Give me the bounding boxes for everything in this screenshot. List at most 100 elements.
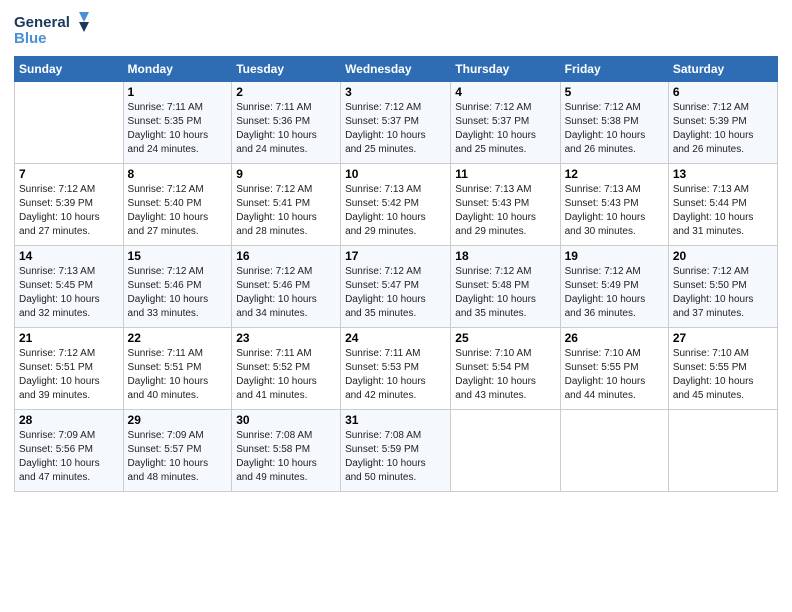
day-cell: 10Sunrise: 7:13 AM Sunset: 5:42 PM Dayli… (341, 164, 451, 246)
day-number: 24 (345, 331, 446, 345)
day-info: Sunrise: 7:10 AM Sunset: 5:54 PM Dayligh… (455, 347, 555, 403)
logo: GeneralBlue (14, 10, 94, 48)
col-header-wednesday: Wednesday (341, 57, 451, 82)
day-number: 16 (236, 249, 336, 263)
day-info: Sunrise: 7:12 AM Sunset: 5:41 PM Dayligh… (236, 183, 336, 239)
day-number: 14 (19, 249, 119, 263)
day-number: 26 (565, 331, 664, 345)
week-row-2: 7 Sunrise: 7:12 AM Sunset: 5:39 PM Daylig… (15, 164, 778, 246)
day-info: Sunrise: 7:12 AM Sunset: 5:40 PM Dayligh… (128, 183, 228, 239)
day-info: Sunrise: 7:12 AM Sunset: 5:46 PM Dayligh… (236, 265, 336, 321)
calendar-page: GeneralBlue SundayMondayTuesdayWednesday… (0, 0, 792, 612)
day-number: 1 (128, 85, 228, 99)
day-number: 9 (236, 167, 336, 181)
day-cell: 8 Sunrise: 7:12 AM Sunset: 5:40 PM Daylig… (123, 164, 232, 246)
day-number: 8 (128, 167, 228, 181)
col-header-saturday: Saturday (668, 57, 777, 82)
col-header-friday: Friday (560, 57, 668, 82)
header: GeneralBlue (14, 10, 778, 48)
week-row-1: 1 Sunrise: 7:11 AM Sunset: 5:35 PM Daylig… (15, 82, 778, 164)
day-cell: 16 Sunrise: 7:12 AM Sunset: 5:46 PM Dayli… (232, 246, 341, 328)
day-cell: 18Sunrise: 7:12 AM Sunset: 5:48 PM Dayli… (451, 246, 560, 328)
day-cell: 14 Sunrise: 7:13 AM Sunset: 5:45 PM Dayli… (15, 246, 124, 328)
week-row-4: 21Sunrise: 7:12 AM Sunset: 5:51 PM Dayli… (15, 328, 778, 410)
day-info: Sunrise: 7:10 AM Sunset: 5:55 PM Dayligh… (673, 347, 773, 403)
day-info: Sunrise: 7:11 AM Sunset: 5:52 PM Dayligh… (236, 347, 336, 403)
day-info: Sunrise: 7:11 AM Sunset: 5:36 PM Dayligh… (236, 101, 336, 157)
day-number: 29 (128, 413, 228, 427)
day-number: 10 (345, 167, 446, 181)
day-number: 25 (455, 331, 555, 345)
day-cell: 7 Sunrise: 7:12 AM Sunset: 5:39 PM Daylig… (15, 164, 124, 246)
calendar-header-row: SundayMondayTuesdayWednesdayThursdayFrid… (15, 57, 778, 82)
day-cell: 21Sunrise: 7:12 AM Sunset: 5:51 PM Dayli… (15, 328, 124, 410)
day-number: 23 (236, 331, 336, 345)
day-number: 17 (345, 249, 446, 263)
day-info: Sunrise: 7:09 AM Sunset: 5:57 PM Dayligh… (128, 429, 228, 485)
day-number: 5 (565, 85, 664, 99)
day-info: Sunrise: 7:12 AM Sunset: 5:49 PM Dayligh… (565, 265, 664, 321)
day-cell (451, 410, 560, 492)
day-cell: 24 Sunrise: 7:11 AM Sunset: 5:53 PM Dayli… (341, 328, 451, 410)
day-cell: 3Sunrise: 7:12 AM Sunset: 5:37 PM Daylig… (341, 82, 451, 164)
day-cell: 12 Sunrise: 7:13 AM Sunset: 5:43 PM Dayli… (560, 164, 668, 246)
day-info: Sunrise: 7:13 AM Sunset: 5:44 PM Dayligh… (673, 183, 773, 239)
day-number: 15 (128, 249, 228, 263)
col-header-thursday: Thursday (451, 57, 560, 82)
day-cell: 30 Sunrise: 7:08 AM Sunset: 5:58 PM Dayli… (232, 410, 341, 492)
day-number: 31 (345, 413, 446, 427)
day-cell: 20Sunrise: 7:12 AM Sunset: 5:50 PM Dayli… (668, 246, 777, 328)
day-cell: 23 Sunrise: 7:11 AM Sunset: 5:52 PM Dayli… (232, 328, 341, 410)
logo-icon: GeneralBlue (14, 10, 94, 48)
day-number: 12 (565, 167, 664, 181)
col-header-monday: Monday (123, 57, 232, 82)
day-cell: 28 Sunrise: 7:09 AM Sunset: 5:56 PM Dayli… (15, 410, 124, 492)
day-info: Sunrise: 7:11 AM Sunset: 5:35 PM Dayligh… (128, 101, 228, 157)
day-info: Sunrise: 7:12 AM Sunset: 5:39 PM Dayligh… (19, 183, 119, 239)
day-cell: 27 Sunrise: 7:10 AM Sunset: 5:55 PM Dayli… (668, 328, 777, 410)
day-cell: 9 Sunrise: 7:12 AM Sunset: 5:41 PM Daylig… (232, 164, 341, 246)
day-cell: 25 Sunrise: 7:10 AM Sunset: 5:54 PM Dayli… (451, 328, 560, 410)
day-info: Sunrise: 7:12 AM Sunset: 5:37 PM Dayligh… (345, 101, 446, 157)
day-cell (560, 410, 668, 492)
day-info: Sunrise: 7:11 AM Sunset: 5:53 PM Dayligh… (345, 347, 446, 403)
day-cell: 5 Sunrise: 7:12 AM Sunset: 5:38 PM Daylig… (560, 82, 668, 164)
day-info: Sunrise: 7:12 AM Sunset: 5:37 PM Dayligh… (455, 101, 555, 157)
day-cell: 2Sunrise: 7:11 AM Sunset: 5:36 PM Daylig… (232, 82, 341, 164)
day-number: 27 (673, 331, 773, 345)
day-number: 19 (565, 249, 664, 263)
day-cell: 26 Sunrise: 7:10 AM Sunset: 5:55 PM Dayli… (560, 328, 668, 410)
day-number: 4 (455, 85, 555, 99)
day-info: Sunrise: 7:13 AM Sunset: 5:43 PM Dayligh… (565, 183, 664, 239)
day-cell: 22 Sunrise: 7:11 AM Sunset: 5:51 PM Dayli… (123, 328, 232, 410)
day-cell: 13 Sunrise: 7:13 AM Sunset: 5:44 PM Dayli… (668, 164, 777, 246)
day-number: 22 (128, 331, 228, 345)
day-info: Sunrise: 7:10 AM Sunset: 5:55 PM Dayligh… (565, 347, 664, 403)
day-number: 21 (19, 331, 119, 345)
col-header-tuesday: Tuesday (232, 57, 341, 82)
day-cell: 31Sunrise: 7:08 AM Sunset: 5:59 PM Dayli… (341, 410, 451, 492)
day-number: 13 (673, 167, 773, 181)
day-cell (15, 82, 124, 164)
week-row-5: 28 Sunrise: 7:09 AM Sunset: 5:56 PM Dayli… (15, 410, 778, 492)
svg-text:Blue: Blue (14, 30, 47, 47)
day-number: 28 (19, 413, 119, 427)
day-info: Sunrise: 7:12 AM Sunset: 5:48 PM Dayligh… (455, 265, 555, 321)
day-info: Sunrise: 7:08 AM Sunset: 5:58 PM Dayligh… (236, 429, 336, 485)
day-info: Sunrise: 7:09 AM Sunset: 5:56 PM Dayligh… (19, 429, 119, 485)
day-number: 7 (19, 167, 119, 181)
day-cell: 6Sunrise: 7:12 AM Sunset: 5:39 PM Daylig… (668, 82, 777, 164)
day-info: Sunrise: 7:12 AM Sunset: 5:46 PM Dayligh… (128, 265, 228, 321)
day-info: Sunrise: 7:13 AM Sunset: 5:45 PM Dayligh… (19, 265, 119, 321)
day-cell: 19 Sunrise: 7:12 AM Sunset: 5:49 PM Dayli… (560, 246, 668, 328)
svg-text:General: General (14, 14, 70, 31)
day-cell (668, 410, 777, 492)
day-info: Sunrise: 7:12 AM Sunset: 5:38 PM Dayligh… (565, 101, 664, 157)
day-info: Sunrise: 7:11 AM Sunset: 5:51 PM Dayligh… (128, 347, 228, 403)
day-cell: 29 Sunrise: 7:09 AM Sunset: 5:57 PM Dayli… (123, 410, 232, 492)
day-cell: 1 Sunrise: 7:11 AM Sunset: 5:35 PM Daylig… (123, 82, 232, 164)
day-cell: 11Sunrise: 7:13 AM Sunset: 5:43 PM Dayli… (451, 164, 560, 246)
day-info: Sunrise: 7:12 AM Sunset: 5:39 PM Dayligh… (673, 101, 773, 157)
day-number: 30 (236, 413, 336, 427)
day-info: Sunrise: 7:12 AM Sunset: 5:50 PM Dayligh… (673, 265, 773, 321)
